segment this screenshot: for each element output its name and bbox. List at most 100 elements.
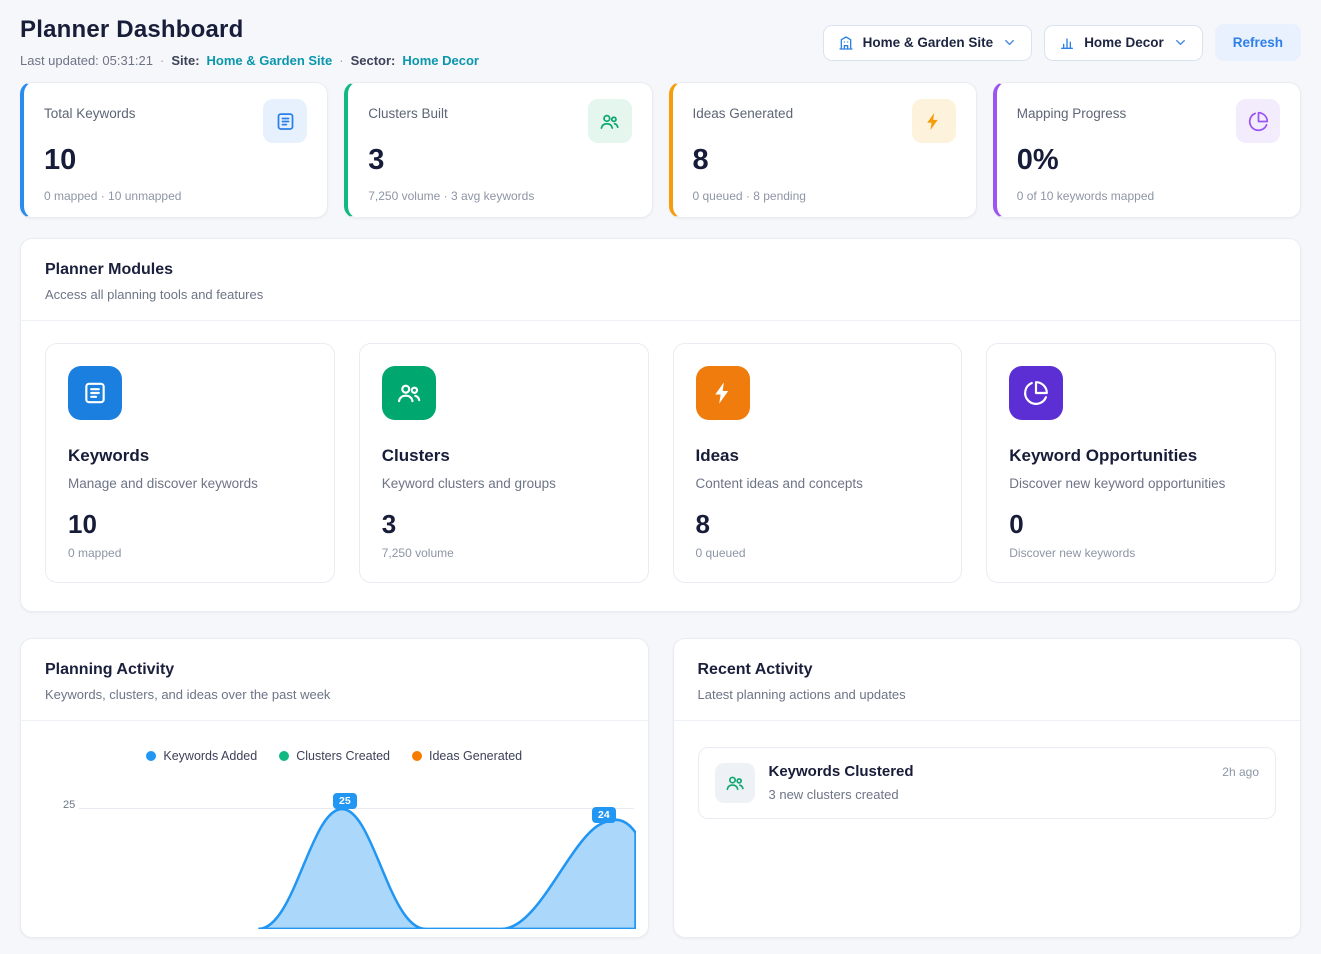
stat-card-top: Clusters Built <box>368 99 631 143</box>
sector-selector-dropdown[interactable]: Home Decor <box>1044 25 1203 61</box>
planning-activity-panel: Planning Activity Keywords, clusters, an… <box>20 638 649 938</box>
recent-item-title: Keywords Clustered <box>769 763 1209 780</box>
data-point-label: 24 <box>592 807 616 824</box>
module-title: Clusters <box>382 446 626 466</box>
users-icon <box>588 99 632 143</box>
sector-label: Sector: <box>351 53 396 68</box>
stat-card-mapping-progress: Mapping Progress 0% 0 of 10 keywords map… <box>993 82 1301 218</box>
stat-subtext: 0 queued · 8 pending <box>693 189 956 203</box>
bar-chart-icon <box>1059 35 1075 51</box>
data-point-label: 25 <box>333 793 357 810</box>
page-title: Planner Dashboard <box>20 16 479 44</box>
module-description: Discover new keyword opportunities <box>1009 476 1253 491</box>
chevron-down-icon <box>1002 35 1017 50</box>
last-updated-text: Last updated: 05:31:21 <box>20 53 153 68</box>
legend-dot-blue <box>146 751 156 761</box>
y-axis-tick: 25 <box>63 799 75 811</box>
site-dropdown-label: Home & Garden Site <box>863 35 994 50</box>
page-meta: Last updated: 05:31:21 · Site: Home & Ga… <box>20 53 479 68</box>
pie-chart-icon <box>1009 366 1063 420</box>
stat-card-clusters-built: Clusters Built 3 7,250 volume · 3 avg ke… <box>344 82 652 218</box>
stat-card-top: Total Keywords <box>44 99 307 143</box>
legend-dot-green <box>279 751 289 761</box>
site-link[interactable]: Home & Garden Site <box>207 53 333 68</box>
stat-subtext: 7,250 volume · 3 avg keywords <box>368 189 631 203</box>
module-description: Content ideas and concepts <box>696 476 940 491</box>
stat-label: Ideas Generated <box>693 99 794 121</box>
stat-value: 8 <box>693 145 956 177</box>
activity-panel-header: Planning Activity Keywords, clusters, an… <box>21 639 648 721</box>
modules-panel-subtitle: Access all planning tools and features <box>45 287 1276 302</box>
site-label: Site: <box>171 53 199 68</box>
stat-subtext: 0 mapped · 10 unmapped <box>44 189 307 203</box>
lightning-icon <box>912 99 956 143</box>
recent-item-body: Keywords Clustered 3 new clusters create… <box>769 763 1209 802</box>
users-icon <box>382 366 436 420</box>
stat-value: 0% <box>1017 145 1280 177</box>
module-subtext: Discover new keywords <box>1009 546 1253 560</box>
legend-label: Clusters Created <box>296 749 390 763</box>
legend-dot-orange <box>412 751 422 761</box>
activity-panel-subtitle: Keywords, clusters, and ideas over the p… <box>45 687 624 702</box>
modules-panel-header: Planner Modules Access all planning tool… <box>21 239 1300 321</box>
planner-dashboard-page: Planner Dashboard Last updated: 05:31:21… <box>0 0 1321 954</box>
legend-item-ideas-generated: Ideas Generated <box>412 749 522 763</box>
module-value: 0 <box>1009 509 1253 540</box>
module-title: Keyword Opportunities <box>1009 446 1253 466</box>
module-title: Ideas <box>696 446 940 466</box>
module-subtext: 7,250 volume <box>382 546 626 560</box>
page-header: Planner Dashboard Last updated: 05:31:21… <box>20 16 1301 68</box>
module-card-keywords[interactable]: Keywords Manage and discover keywords 10… <box>45 343 335 583</box>
module-description: Manage and discover keywords <box>68 476 312 491</box>
stat-card-top: Ideas Generated <box>693 99 956 143</box>
stat-card-total-keywords: Total Keywords 10 0 mapped · 10 unmapped <box>20 82 328 218</box>
legend-item-keywords-added: Keywords Added <box>146 749 257 763</box>
site-selector-dropdown[interactable]: Home & Garden Site <box>823 25 1033 61</box>
sector-dropdown-label: Home Decor <box>1084 35 1164 50</box>
legend-item-clusters-created: Clusters Created <box>279 749 390 763</box>
header-controls: Home & Garden Site Home Decor Refresh <box>823 16 1301 61</box>
stat-value: 3 <box>368 145 631 177</box>
building-icon <box>838 35 854 51</box>
activity-panel-title: Planning Activity <box>45 661 624 679</box>
document-icon <box>263 99 307 143</box>
stat-label: Mapping Progress <box>1017 99 1127 121</box>
stat-label: Total Keywords <box>44 99 136 121</box>
stat-card-ideas-generated: Ideas Generated 8 0 queued · 8 pending <box>669 82 977 218</box>
recent-activity-panel: Recent Activity Latest planning actions … <box>673 638 1302 938</box>
separator-dot: · <box>160 53 164 68</box>
users-icon <box>715 763 755 803</box>
module-title: Keywords <box>68 446 312 466</box>
chart-legend: Keywords Added Clusters Created Ideas Ge… <box>21 721 648 763</box>
modules-panel-title: Planner Modules <box>45 261 1276 279</box>
separator-dot: · <box>339 53 343 68</box>
recent-panel-title: Recent Activity <box>698 661 1277 679</box>
planner-modules-panel: Planner Modules Access all planning tool… <box>20 238 1301 612</box>
recent-activity-item: Keywords Clustered 3 new clusters create… <box>698 747 1277 819</box>
header-left: Planner Dashboard Last updated: 05:31:21… <box>20 16 479 68</box>
stat-cards-row: Total Keywords 10 0 mapped · 10 unmapped… <box>20 82 1301 218</box>
recent-item-description: 3 new clusters created <box>769 787 1209 802</box>
module-subtext: 0 mapped <box>68 546 312 560</box>
module-card-ideas[interactable]: Ideas Content ideas and concepts 8 0 que… <box>673 343 963 583</box>
refresh-button[interactable]: Refresh <box>1215 24 1301 61</box>
stat-card-top: Mapping Progress <box>1017 99 1280 143</box>
planning-activity-chart: 25 25 24 <box>21 771 648 931</box>
recent-panel-header: Recent Activity Latest planning actions … <box>674 639 1301 721</box>
legend-label: Keywords Added <box>163 749 257 763</box>
module-card-keyword-opportunities[interactable]: Keyword Opportunities Discover new keywo… <box>986 343 1276 583</box>
module-value: 8 <box>696 509 940 540</box>
legend-label: Ideas Generated <box>429 749 522 763</box>
stat-subtext: 0 of 10 keywords mapped <box>1017 189 1280 203</box>
bottom-row: Planning Activity Keywords, clusters, an… <box>20 638 1301 938</box>
stat-label: Clusters Built <box>368 99 448 121</box>
lightning-icon <box>696 366 750 420</box>
module-card-clusters[interactable]: Clusters Keyword clusters and groups 3 7… <box>359 343 649 583</box>
document-icon <box>68 366 122 420</box>
recent-panel-subtitle: Latest planning actions and updates <box>698 687 1277 702</box>
modules-grid: Keywords Manage and discover keywords 10… <box>21 321 1300 611</box>
stat-value: 10 <box>44 145 307 177</box>
sector-link[interactable]: Home Decor <box>402 53 479 68</box>
chevron-down-icon <box>1173 35 1188 50</box>
module-description: Keyword clusters and groups <box>382 476 626 491</box>
